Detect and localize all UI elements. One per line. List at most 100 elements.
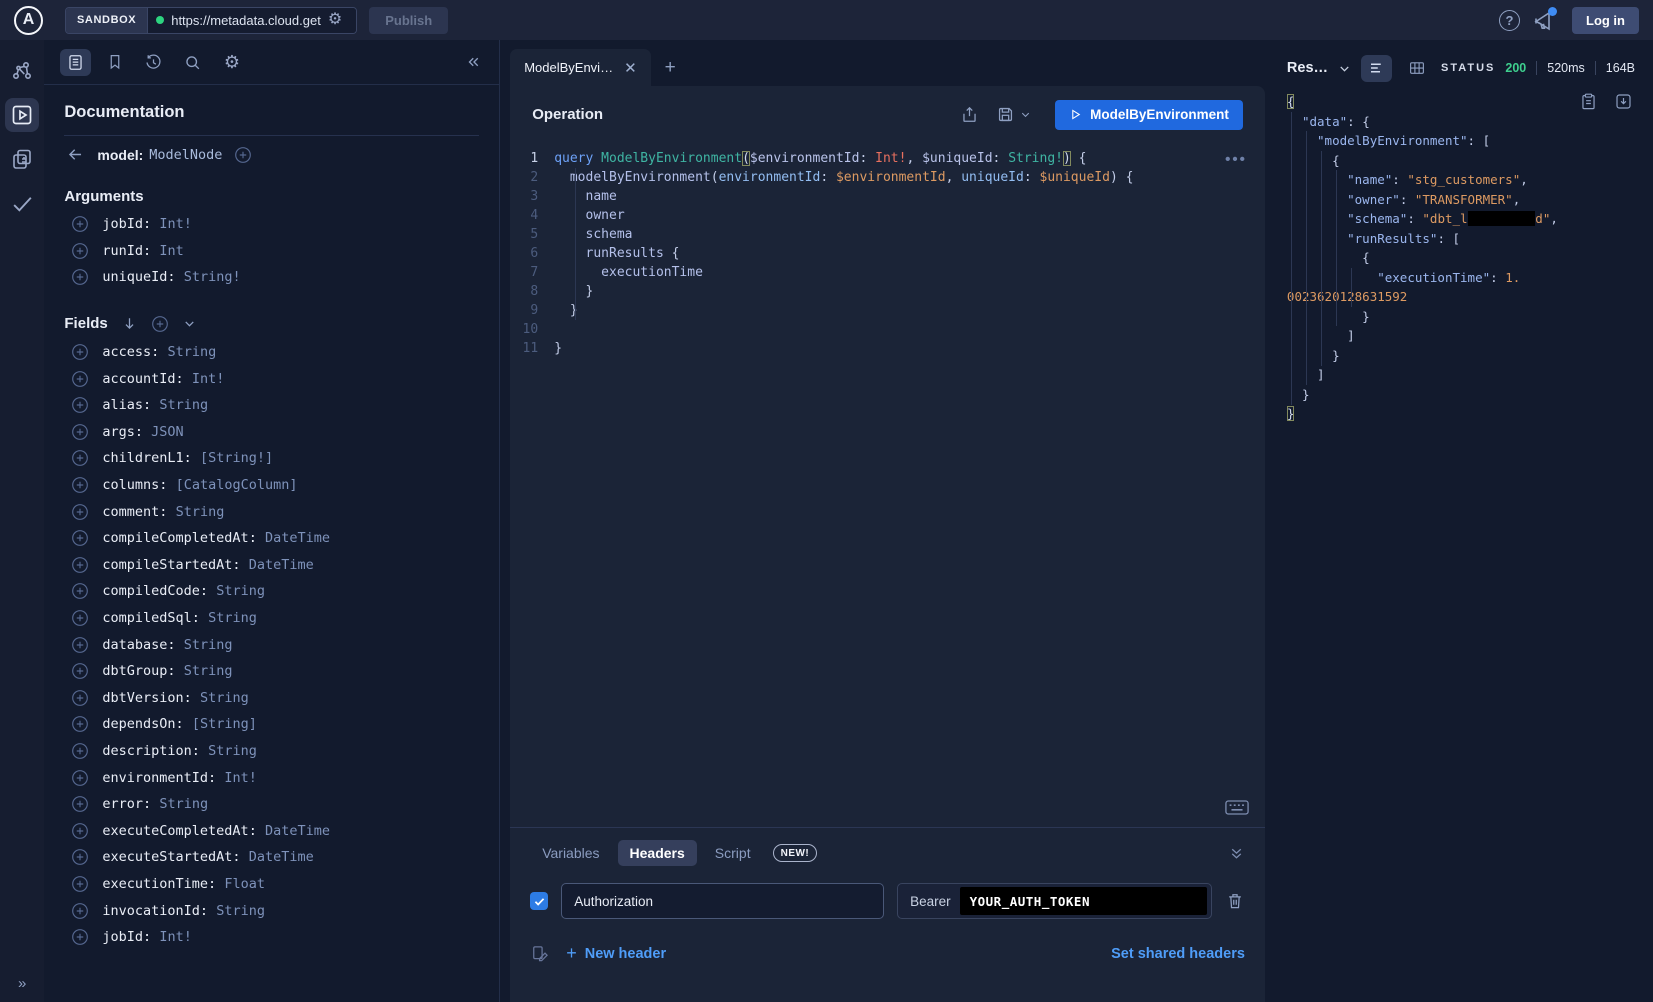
add-to-query-icon[interactable] [71, 268, 89, 286]
doc-argument-item[interactable]: runId: Int [64, 238, 479, 265]
code-line[interactable]: 10 [510, 320, 1265, 339]
docs-tab-saved[interactable] [99, 49, 130, 76]
doc-argument-item[interactable]: uniqueId: String! [64, 264, 479, 291]
doc-field-item[interactable]: environmentId: Int! [64, 764, 479, 791]
add-to-query-icon[interactable] [71, 423, 89, 441]
response-view-table[interactable] [1401, 55, 1432, 82]
keyboard-shortcuts-icon[interactable] [1225, 800, 1249, 815]
add-to-query-icon[interactable] [71, 556, 89, 574]
add-to-query-icon[interactable] [71, 795, 89, 813]
header-value-field[interactable]: Bearer YOUR_AUTH_TOKEN [897, 883, 1212, 919]
doc-field-item[interactable]: database: String [64, 631, 479, 658]
set-shared-headers-link[interactable]: Set shared headers [1111, 946, 1245, 962]
auth-token-value[interactable]: YOUR_AUTH_TOKEN [960, 887, 1207, 915]
add-to-query-icon[interactable] [71, 636, 89, 654]
close-tab-icon[interactable]: ✕ [624, 59, 637, 77]
add-to-query-icon[interactable] [71, 476, 89, 494]
code-line[interactable]: 2 modelByEnvironment(environmentId: $env… [510, 168, 1265, 187]
delete-header-trash-icon[interactable] [1225, 891, 1245, 911]
nav-sandbox-copies[interactable] [5, 142, 39, 176]
add-to-query-icon[interactable] [71, 689, 89, 707]
add-to-query-icon[interactable] [71, 822, 89, 840]
add-to-query-icon[interactable] [71, 582, 89, 600]
add-to-query-icon[interactable] [71, 742, 89, 760]
apollo-logo[interactable]: A [14, 6, 43, 35]
add-to-query-icon[interactable] [71, 875, 89, 893]
add-to-query-icon[interactable] [71, 242, 89, 260]
add-to-query-icon[interactable] [71, 822, 89, 840]
sandbox-chip[interactable]: SANDBOX [66, 8, 148, 33]
publish-button[interactable]: Publish [369, 7, 448, 34]
doc-field-item[interactable]: compiledSql: String [64, 605, 479, 632]
tab-script[interactable]: Script [703, 840, 763, 866]
chevron-down-icon[interactable] [182, 316, 197, 331]
code-line[interactable]: 9 } [510, 301, 1265, 320]
add-to-query-icon[interactable] [71, 582, 89, 600]
add-to-query-icon[interactable] [71, 689, 89, 707]
run-operation-button[interactable]: ModelByEnvironment [1055, 100, 1243, 130]
doc-field-item[interactable]: compileStartedAt: DateTime [64, 552, 479, 579]
header-enabled-checkbox[interactable] [530, 892, 548, 910]
add-to-query-icon[interactable] [71, 503, 89, 521]
add-to-query-icon[interactable] [71, 636, 89, 654]
doc-field-item[interactable]: executeCompletedAt: DateTime [64, 817, 479, 844]
save-control[interactable] [996, 105, 1032, 124]
add-to-query-icon[interactable] [71, 609, 89, 627]
doc-field-item[interactable]: comment: String [64, 498, 479, 525]
add-to-query-icon[interactable] [71, 343, 89, 361]
doc-field-item[interactable]: invocationId: String [64, 897, 479, 924]
doc-field-item[interactable]: columns: [CatalogColumn] [64, 472, 479, 499]
new-tab-button[interactable]: + [665, 57, 676, 86]
add-to-query-icon[interactable] [71, 268, 89, 286]
code-line[interactable]: 4 owner [510, 206, 1265, 225]
add-to-query-icon[interactable] [71, 556, 89, 574]
add-to-query-icon[interactable] [151, 315, 169, 333]
add-to-query-icon[interactable] [71, 370, 89, 388]
add-to-query-icon[interactable] [71, 396, 89, 414]
operation-tab[interactable]: ModelByEnvi… ✕ [510, 49, 650, 86]
add-to-query-icon[interactable] [71, 742, 89, 760]
add-to-query-icon[interactable] [71, 343, 89, 361]
add-to-query-icon[interactable] [71, 769, 89, 787]
add-to-query-icon[interactable] [71, 875, 89, 893]
edit-document-icon[interactable] [530, 944, 550, 964]
doc-field-item[interactable]: executionTime: Float [64, 871, 479, 898]
code-line[interactable]: 7 executionTime [510, 263, 1265, 282]
add-type-icon[interactable] [234, 146, 252, 164]
add-to-query-icon[interactable] [71, 795, 89, 813]
add-to-query-icon[interactable] [71, 928, 89, 946]
add-to-query-icon[interactable] [71, 715, 89, 733]
chevron-down-icon[interactable] [1337, 61, 1352, 76]
doc-field-item[interactable]: compiledCode: String [64, 578, 479, 605]
add-to-query-icon[interactable] [71, 215, 89, 233]
login-button[interactable]: Log in [1572, 7, 1639, 34]
help-icon[interactable]: ? [1499, 10, 1520, 31]
add-to-query-icon[interactable] [71, 476, 89, 494]
add-to-query-icon[interactable] [71, 848, 89, 866]
nav-explorer[interactable] [5, 98, 39, 132]
breadcrumb-type[interactable]: ModelNode [149, 147, 222, 163]
add-to-query-icon[interactable] [71, 449, 89, 467]
doc-field-item[interactable]: executeStartedAt: DateTime [64, 844, 479, 871]
add-to-query-icon[interactable] [71, 609, 89, 627]
add-to-query-icon[interactable] [71, 529, 89, 547]
header-name-input[interactable] [561, 883, 884, 919]
doc-field-item[interactable]: dependsOn: [String] [64, 711, 479, 738]
docs-tab-documentation[interactable] [60, 49, 91, 76]
doc-field-item[interactable]: dbtGroup: String [64, 658, 479, 685]
docs-tab-search[interactable] [177, 49, 208, 76]
add-to-query-icon[interactable] [71, 902, 89, 920]
doc-field-item[interactable]: error: String [64, 791, 479, 818]
tab-variables[interactable]: Variables [530, 840, 611, 866]
add-to-query-icon[interactable] [71, 242, 89, 260]
response-view-raw[interactable] [1361, 55, 1392, 82]
endpoint-url-box[interactable]: https://metadata.cloud.get ⚙ [148, 8, 356, 33]
back-arrow-icon[interactable] [66, 145, 85, 164]
collapse-docs-icon[interactable] [465, 53, 483, 71]
doc-field-item[interactable]: access: String [64, 339, 479, 366]
add-to-query-icon[interactable] [71, 423, 89, 441]
sort-down-arrow-icon[interactable] [121, 315, 138, 332]
add-to-query-icon[interactable] [71, 902, 89, 920]
doc-field-item[interactable]: args: JSON [64, 419, 479, 446]
doc-field-item[interactable]: childrenL1: [String!] [64, 445, 479, 472]
